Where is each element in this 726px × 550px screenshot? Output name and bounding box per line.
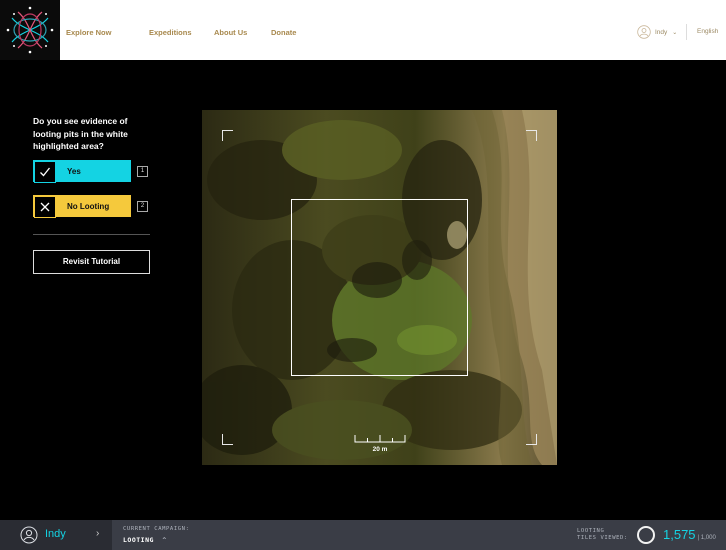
user-menu[interactable]: Indy ⌄ (637, 25, 677, 39)
user-avatar-icon (637, 25, 651, 39)
yes-shortcut-key: 1 (137, 166, 148, 177)
status-bar: Indy › CURRENT CAMPAIGN: LOOTING ^ LOOTI… (0, 520, 726, 550)
campaign-selector[interactable]: LOOTING ^ (123, 536, 167, 544)
status-user-name: Indy (45, 528, 66, 540)
user-profile-button[interactable]: Indy › (0, 520, 112, 550)
highlighted-area (291, 199, 468, 376)
scale-label: 20 m (372, 446, 388, 453)
satellite-tile[interactable]: 20 m (202, 110, 557, 465)
logo[interactable] (0, 0, 60, 60)
panel-divider (33, 234, 150, 235)
user-avatar-icon (20, 526, 38, 544)
tiles-viewed-count: 1,575 | 1,000 (663, 527, 716, 542)
task-question: Do you see evidence of looting pits in t… (33, 116, 128, 151)
no-looting-button[interactable]: No Looting (33, 195, 131, 218)
frame-corner (222, 130, 233, 141)
top-navbar: Explore Now Expeditions About Us Donate … (0, 0, 726, 60)
chevron-up-icon: ^ (162, 536, 167, 544)
tiles-label-line1: LOOTING (577, 528, 605, 534)
check-icon (34, 161, 56, 183)
frame-corner (526, 434, 537, 445)
nav-divider (686, 24, 687, 40)
tiles-total: | 1,000 (697, 535, 716, 541)
x-icon (34, 196, 56, 218)
language-label: English (697, 28, 719, 35)
frame-corner (222, 434, 233, 445)
yes-button-label: Yes (67, 167, 81, 176)
nav-explore-now[interactable]: Explore Now (66, 28, 111, 37)
scale-bar (354, 435, 406, 443)
globe-network-logo-icon (6, 6, 54, 54)
no-looting-button-label: No Looting (67, 202, 110, 211)
no-looting-shortcut-key: 2 (137, 201, 148, 212)
nav-expeditions[interactable]: Expeditions (149, 28, 192, 37)
tiles-label-line2: TILES VIEWED: (577, 535, 628, 541)
nav-about-us[interactable]: About Us (214, 28, 247, 37)
revisit-tutorial-button[interactable]: Revisit Tutorial (33, 250, 150, 274)
chevron-down-icon: ⌄ (672, 29, 678, 36)
tiles-viewed-label: LOOTING TILES VIEWED: (577, 528, 628, 542)
yes-button[interactable]: Yes (33, 160, 131, 183)
user-menu-name: Indy (655, 28, 668, 36)
frame-corner (526, 130, 537, 141)
tiles-viewed-value: 1,575 (663, 527, 696, 542)
nav-donate[interactable]: Donate (271, 28, 296, 37)
progress-ring-icon (637, 526, 655, 544)
chevron-right-icon: › (96, 528, 100, 539)
campaign-value: LOOTING (123, 536, 154, 544)
language-menu[interactable]: English ⌄ (697, 28, 726, 35)
campaign-label: CURRENT CAMPAIGN: (123, 526, 190, 532)
